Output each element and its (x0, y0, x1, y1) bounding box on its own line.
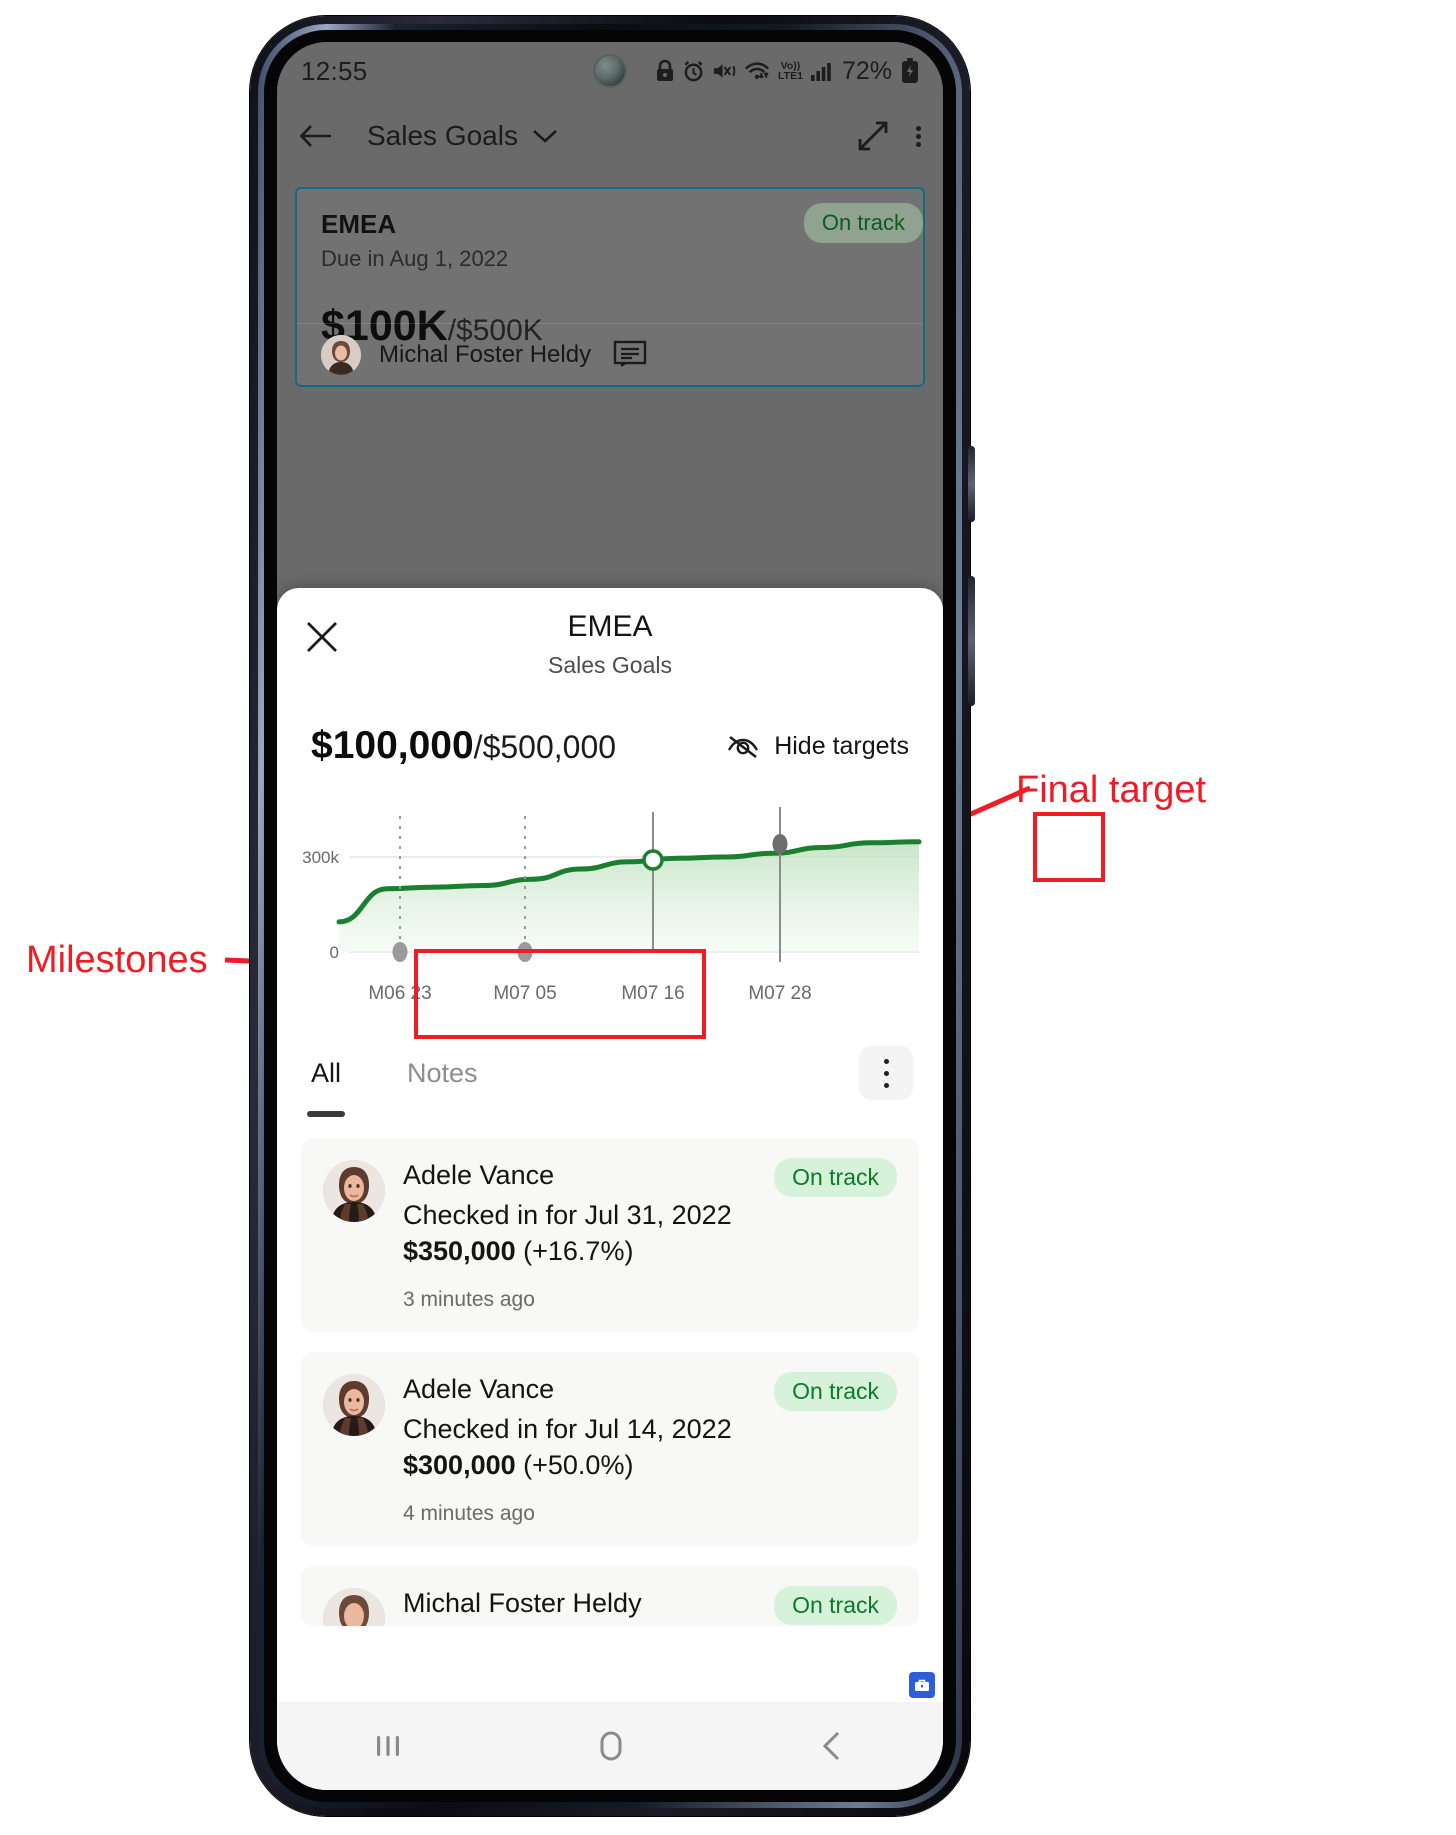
metric-row: $100,000/$500,000 Hide targets (277, 724, 943, 768)
final-target-dot (772, 834, 788, 854)
checkin-timestamp: 3 minutes ago (403, 1287, 535, 1311)
mute-vibrate-icon (713, 64, 736, 78)
checkin-text: Checked in for Jul 31, 2022 (403, 1200, 732, 1230)
app-bar: Sales Goals (277, 100, 943, 172)
screenshot-root: Milestones Final target 12:55 Vo)) LTE1 … (0, 0, 1456, 1835)
checkin-delta: (+50.0%) (523, 1450, 634, 1481)
goal-card-status-badge: On track (803, 203, 923, 243)
milestone-1-dot (392, 942, 408, 962)
hide-targets-label: Hide targets (774, 731, 909, 760)
status-badge: On track (774, 1585, 897, 1625)
status-time: 12:55 (301, 55, 368, 86)
checkin-author: Adele Vance (403, 1373, 555, 1404)
phone-screen: 12:55 Vo)) LTE1 72% Sales Goals EMEA Due… (277, 42, 943, 1790)
volume-button[interactable] (968, 576, 975, 706)
camera-punch-hole (595, 56, 625, 86)
status-icons: Vo)) LTE1 72% (655, 57, 919, 86)
wifi-icon (745, 62, 770, 80)
signal-bars-icon (810, 63, 831, 81)
list-overflow-menu-icon[interactable] (859, 1046, 913, 1100)
ytick-300k: 300k (302, 848, 339, 867)
checkin-detail: Checked in for Jul 31, 2022 $350,000 (+1… (403, 1197, 767, 1270)
tab-notes[interactable]: Notes (403, 1052, 482, 1095)
checkin-author: Michal Foster Heldy (403, 1587, 642, 1618)
metric-total: /$500,000 (473, 729, 617, 765)
eye-off-icon (728, 735, 759, 759)
close-icon[interactable] (305, 620, 339, 659)
note-comment-icon[interactable] (613, 340, 647, 370)
avatar (323, 1160, 385, 1222)
goal-card-footer: Michal Foster Heldy (297, 323, 923, 385)
sheet-header: EMEA Sales Goals (277, 588, 943, 710)
status-badge: On track (774, 1371, 897, 1411)
xtick-3: M07 28 (748, 983, 811, 1004)
goal-card-due-date: Due in Aug 1, 2022 (321, 246, 509, 271)
tab-all[interactable]: All (307, 1052, 346, 1117)
details-bottom-sheet: EMEA Sales Goals $100,000/$500,000 Hide … (277, 588, 943, 1790)
checkin-detail: Checked in for Jul 14, 2022 $300,000 (+5… (403, 1411, 767, 1484)
annotation-final-target-label: Final target (1016, 769, 1207, 811)
checkin-author: Adele Vance (403, 1160, 555, 1190)
lock-icon (657, 59, 674, 81)
checkin-list: Adele Vance Checked in for Jul 31, 2022 … (277, 1100, 943, 1626)
annotation-box-final-target (1033, 812, 1105, 882)
list-item[interactable]: Adele Vance Checked in for Jul 31, 2022 … (301, 1138, 919, 1332)
chart-area (339, 841, 919, 952)
list-item[interactable]: Adele Vance Checked in for Jul 14, 2022 … (301, 1351, 919, 1546)
checkin-delta: (+16.7%) (523, 1236, 634, 1267)
checkin-text: Checked in for Jul 14, 2022 (403, 1413, 732, 1444)
battery-percent: 72% (841, 56, 892, 85)
annotation-box-milestones (414, 949, 706, 1039)
alarm-icon (684, 61, 703, 82)
recents-icon[interactable] (371, 1729, 405, 1763)
app-bar-title: Sales Goals (367, 120, 518, 151)
checkin-amount: $350,000 (403, 1236, 516, 1267)
ytick-0: 0 (330, 943, 339, 962)
power-button[interactable] (968, 446, 975, 522)
annotation-milestones-label: Milestones (26, 939, 208, 981)
list-item[interactable]: Michal Foster Heldy On track (301, 1565, 919, 1626)
metric-value: $100,000/$500,000 (311, 724, 616, 768)
back-icon[interactable] (817, 1729, 849, 1763)
chevron-down-icon[interactable] (532, 128, 558, 144)
goal-card[interactable]: EMEA Due in Aug 1, 2022 On track $100K/$… (295, 187, 925, 387)
system-nav-bar (277, 1702, 943, 1790)
phone-frame: 12:55 Vo)) LTE1 72% Sales Goals EMEA Due… (250, 16, 975, 1816)
avatar (323, 1373, 385, 1436)
status-badge: On track (774, 1158, 897, 1197)
current-value-marker (642, 849, 664, 871)
expand-diagonal-icon[interactable] (856, 119, 890, 153)
avatar (321, 334, 361, 375)
back-arrow-icon[interactable] (299, 122, 333, 150)
checkin-amount: $300,000 (403, 1450, 516, 1481)
tabs-row: All Notes (277, 1046, 943, 1117)
checkin-timestamp: 4 minutes ago (403, 1501, 535, 1525)
hide-targets-button[interactable]: Hide targets (726, 732, 909, 761)
metric-current: $100,000 (311, 724, 474, 767)
goal-card-owner: Michal Foster Heldy (379, 340, 592, 368)
kebab-menu-icon[interactable] (916, 123, 921, 150)
volte-icon: Vo)) LTE1 (778, 60, 803, 82)
sheet-title: EMEA (567, 610, 653, 643)
battery-icon (902, 58, 918, 83)
avatar (323, 1587, 385, 1626)
work-profile-briefcase-icon (909, 1672, 935, 1698)
home-icon[interactable] (593, 1728, 629, 1764)
sheet-subtitle: Sales Goals (547, 652, 672, 678)
